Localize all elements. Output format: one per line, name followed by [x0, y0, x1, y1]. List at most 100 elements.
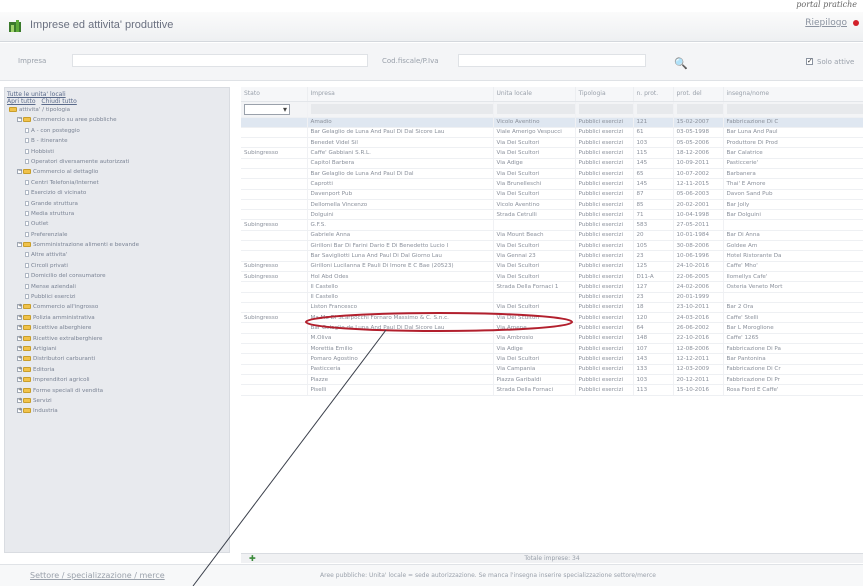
tree-item-label: Polizia amministrativa	[33, 314, 95, 321]
tree-item[interactable]: Esercizio di vicinato	[9, 188, 229, 198]
table-row[interactable]: Davenport Pub Via Dei Scultori Pubblici es…	[241, 189, 863, 200]
search-binoculars-icon[interactable]: 🔍	[674, 57, 688, 70]
table-row[interactable]: Amadio Vicolo Aventino Pubblici esercizi 12…	[241, 117, 863, 128]
tree-item[interactable]: A - con posteggio	[9, 126, 229, 136]
table-row[interactable]: Subingresso Caffe' Gabbiani S.R.L. Via Dei…	[241, 147, 863, 159]
table-cell: Via Dei Scultori	[493, 261, 576, 272]
table-row[interactable]: Capitol Barbera Via Adige Pubblici eserciz…	[241, 158, 863, 169]
table-cell: Hotel Ristorante Da	[723, 250, 863, 262]
table-row[interactable]: Il Castello Pubblici esercizi 23 20-01-1999	[241, 292, 863, 303]
table-row[interactable]: Benedet Videl Sil Via Dei Scultori Pubblic…	[241, 137, 863, 149]
expand-icon[interactable]: +	[17, 325, 22, 331]
column-header[interactable]: Tipologia	[575, 87, 634, 102]
expand-icon[interactable]: +	[17, 356, 22, 362]
expand-all-link[interactable]: Apri tutto	[7, 98, 36, 105]
table-row[interactable]: Bar Savigliotti Luna And Paul Di Dal Gio…	[241, 250, 863, 262]
table-row[interactable]: Piselli Strada Della Fornaci Pubblici eser…	[241, 384, 863, 396]
table-cell: Pubblici esercizi	[575, 117, 634, 128]
expand-icon[interactable]: +	[17, 397, 22, 403]
table-row[interactable]: Il Castello Strada Della Fornaci 1 Pubblic…	[241, 281, 863, 293]
tree-item[interactable]: + Artigiani	[9, 344, 229, 354]
settori-link[interactable]: Settore / specializzazione / merce	[30, 571, 165, 580]
tree-item[interactable]: B - itinerante	[9, 136, 229, 146]
tree-item[interactable]: Preferenziale	[9, 230, 229, 240]
tree-item[interactable]: + Ricettive extralberghiere	[9, 334, 229, 344]
table-row[interactable]: Bar Gelaglio de Luna And Paul Di Dal Sic…	[241, 127, 863, 139]
collapse-icon[interactable]: −	[17, 242, 22, 248]
collapse-icon[interactable]: −	[17, 169, 22, 175]
insegna-filter-box[interactable]	[726, 104, 862, 114]
tree-item[interactable]: Mense aziendali	[9, 282, 229, 292]
table-cell: Via Dei Scultori	[493, 137, 576, 149]
tree-item[interactable]: Domicilio del consumatore	[9, 271, 229, 281]
column-header[interactable]: n. prot.	[633, 87, 674, 102]
tree-item[interactable]: + Servizi	[9, 396, 229, 406]
tree-item[interactable]: + Ricettive alberghiere	[9, 323, 229, 333]
tree-item[interactable]: + Polizia amministrativa	[9, 313, 229, 323]
tree-item[interactable]: − Commercio al dettaglio	[9, 167, 229, 177]
table-row[interactable]: Caprotti Via Brunelleschi Pubblici eserciz…	[241, 178, 863, 190]
tree-item[interactable]: Media struttura	[9, 209, 229, 219]
collapse-all-link[interactable]: Chiudi tutto	[41, 98, 76, 105]
data-filter-box[interactable]	[676, 104, 722, 114]
tree-item[interactable]: + Industria	[9, 406, 229, 416]
tree-root[interactable]: attivita' / tipologia	[9, 105, 229, 115]
table-row[interactable]: Liston Francesco Via Dei Scultori Pubblici…	[241, 302, 863, 314]
table-cell: Fabbricazione Di Pr	[723, 374, 863, 386]
table-row[interactable]: Dolguini Strada Cetrulli Pubblici esercizi…	[241, 209, 863, 221]
riepilogo-link[interactable]: Riepilogo	[805, 18, 847, 28]
tree-item[interactable]: + Forme speciali di vendita	[9, 386, 229, 396]
expand-icon[interactable]: +	[17, 366, 22, 372]
tree-item[interactable]: + Distributori carburanti	[9, 354, 229, 364]
impresa-filter-box[interactable]	[310, 104, 492, 114]
expand-icon[interactable]: +	[17, 377, 22, 383]
prot-filter-box[interactable]	[636, 104, 672, 114]
document-icon	[25, 158, 29, 164]
table-row[interactable]: Subingresso G.F.S. Pubblici esercizi 583 27-…	[241, 219, 863, 231]
tree-item[interactable]: + Imprenditori agricoli	[9, 375, 229, 385]
tree-item[interactable]: + Commercio all'ingrosso	[9, 302, 229, 312]
tree-item[interactable]: Operatori diversamente autorizzati	[9, 157, 229, 167]
tree-item[interactable]: Circoli privati	[9, 261, 229, 271]
tree-item[interactable]: Grande struttura	[9, 199, 229, 209]
impresa-input[interactable]	[72, 54, 368, 67]
column-header[interactable]: Stato	[241, 87, 308, 102]
expand-icon[interactable]: +	[17, 387, 22, 393]
tree-item[interactable]: − Somministrazione alimenti e bevande	[9, 240, 229, 250]
table-row[interactable]: Pasticceria Via Campania Pubblici esercizi…	[241, 364, 863, 375]
table-row[interactable]: Bar Gelaglio de Luna And Paul Di Dal Via …	[241, 168, 863, 180]
table-row[interactable]: Dellomella Vincenzo Vicolo Aventino Pubbli…	[241, 199, 863, 211]
table-row[interactable]: Bar Gelaglio de Luna And Paul Di Dal Sic…	[241, 322, 863, 334]
table-row[interactable]: Morettia Emilio Via Adige Pubblici eserciz…	[241, 343, 863, 355]
tree-item[interactable]: Altre attivita'	[9, 250, 229, 260]
column-header[interactable]: Unita locale	[493, 87, 576, 102]
stato-filter-combo[interactable]	[244, 103, 290, 115]
expand-icon[interactable]: +	[17, 335, 22, 341]
table-row[interactable]: M.Oliva Via Ambrosio Pubblici esercizi 148 2…	[241, 333, 863, 345]
cf-input[interactable]	[458, 54, 646, 67]
tree-item[interactable]: − Commercio su aree pubbliche	[9, 115, 229, 125]
table-row[interactable]: Gabriele Anna Via Mount Beach Pubblici ese…	[241, 230, 863, 242]
expand-icon[interactable]: +	[17, 304, 22, 310]
tipologia-filter-box[interactable]	[578, 104, 632, 114]
tree-item[interactable]: Hobbisti	[9, 147, 229, 157]
expand-icon[interactable]: +	[17, 314, 22, 320]
unita-filter-box[interactable]	[496, 104, 574, 114]
table-row[interactable]: Piazze Piazza Garibaldi Pubblici esercizi 1…	[241, 374, 863, 386]
table-row[interactable]: Girilloni Bar Di Farini Dario E Di Bened…	[241, 240, 863, 252]
column-header[interactable]: prot. del	[673, 87, 724, 102]
tree-item[interactable]: Centri Telefonia/Internet	[9, 178, 229, 188]
expand-icon[interactable]: +	[17, 408, 22, 414]
column-header[interactable]: Impresa	[307, 87, 494, 102]
column-header[interactable]: insegna/nome	[723, 87, 863, 102]
tree-item[interactable]: Outlet	[9, 219, 229, 229]
collapse-icon[interactable]: −	[17, 117, 22, 123]
solo-attive-checkbox[interactable]: ✓	[806, 58, 813, 65]
table-row[interactable]: Subingresso Girilloni Lucilanna E Pauli D…	[241, 261, 863, 272]
table-row[interactable]: Subingresso Hol Abd Odes Via Dei Scultori P…	[241, 271, 863, 283]
expand-icon[interactable]: +	[17, 345, 22, 351]
tree-item[interactable]: Pubblici esercizi	[9, 292, 229, 302]
table-row[interactable]: Pomaro Agostino Via Dei Scultori Pubblici …	[241, 353, 863, 365]
table-row[interactable]: Subingresso Ma Ma Di Scarpocchi Fornaro M…	[241, 312, 863, 324]
tree-item[interactable]: + Editoria	[9, 365, 229, 375]
